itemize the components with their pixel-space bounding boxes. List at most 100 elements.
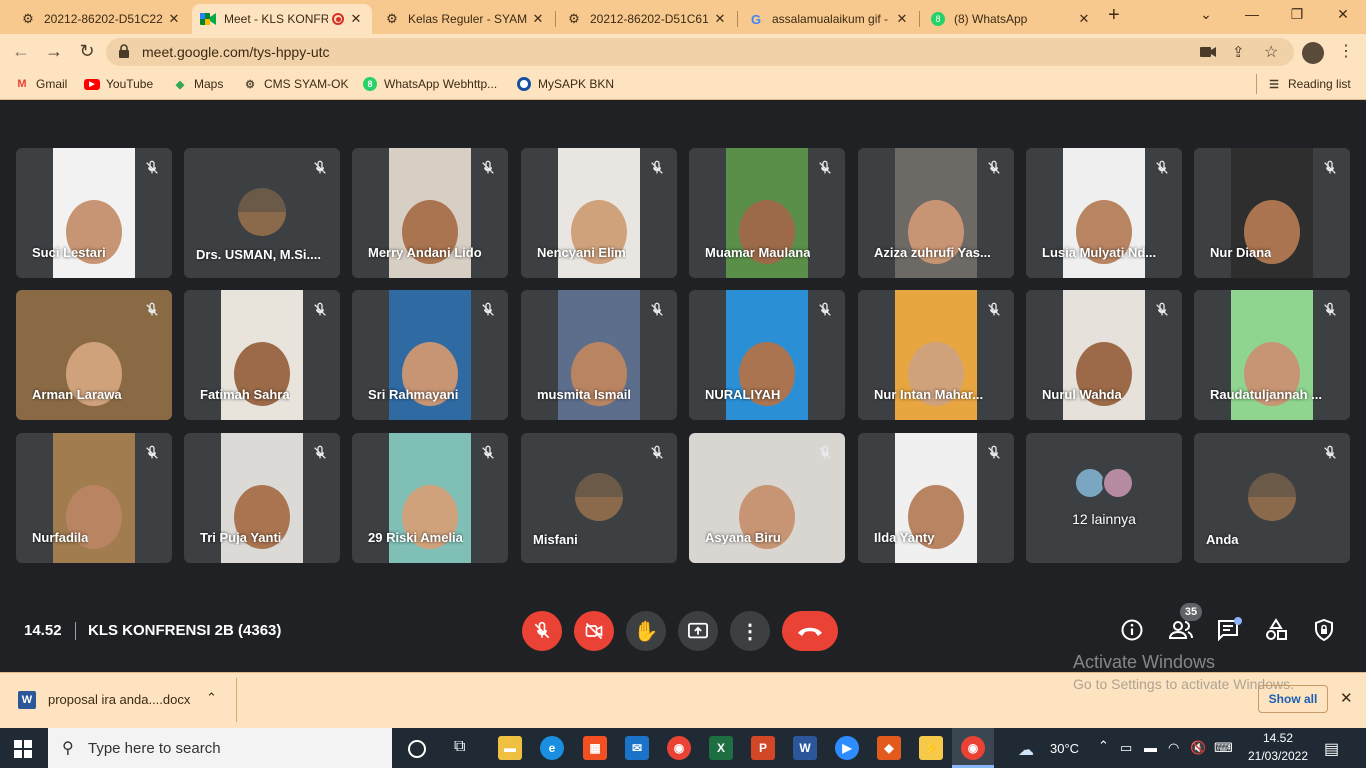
raise-hand-button[interactable]: ✋ xyxy=(626,611,666,651)
participant-tile[interactable]: Nurul Wahda xyxy=(1026,290,1182,420)
participant-tile[interactable]: Misfani xyxy=(521,433,677,563)
close-tab-icon[interactable]: ✕ xyxy=(1076,11,1092,27)
back-icon[interactable]: ← xyxy=(10,41,32,61)
activities-button[interactable] xyxy=(1264,618,1290,644)
participant-tile[interactable]: Nurfadila xyxy=(16,433,172,563)
participant-tile[interactable]: musmita Ismail xyxy=(521,290,677,420)
show-all-button[interactable]: Show all xyxy=(1258,685,1328,713)
download-filename[interactable]: proposal ira anda....docx xyxy=(48,692,190,707)
battery-icon[interactable]: ▬ xyxy=(1144,740,1157,755)
task-view-icon[interactable]: ⧉ xyxy=(454,738,465,756)
file-explorer-icon[interactable]: ▬ xyxy=(498,736,522,760)
menu-icon[interactable]: ⋮ xyxy=(1338,41,1354,61)
keyboard-icon[interactable]: ⌨ xyxy=(1214,740,1233,756)
app-icon[interactable]: ⚡ xyxy=(919,736,943,760)
weather-icon[interactable]: ☁ xyxy=(1018,740,1034,760)
zoom-icon[interactable]: ▶ xyxy=(835,736,859,760)
device-icon[interactable]: ▭ xyxy=(1120,740,1132,756)
participant-tile[interactable]: Anda xyxy=(1194,433,1350,563)
participant-tile[interactable]: Suci Lestari xyxy=(16,148,172,278)
volume-muted-icon[interactable]: 🔇 xyxy=(1190,740,1206,756)
meeting-details-button[interactable] xyxy=(1120,618,1146,644)
mic-off-button[interactable] xyxy=(522,611,562,651)
tab-6[interactable]: 8 (8) WhatsApp ✕ xyxy=(922,4,1100,34)
tab-1[interactable]: ⚙ 20212-86202-D51C22 ✕ xyxy=(12,4,190,34)
profile-avatar[interactable] xyxy=(1302,42,1324,64)
chevron-up-icon[interactable]: ⌃ xyxy=(206,690,217,706)
forward-icon[interactable]: → xyxy=(43,41,65,61)
participant-tile[interactable]: Aziza zuhrufi Yas... xyxy=(858,148,1014,278)
mail-icon[interactable]: ✉ xyxy=(625,736,649,760)
participant-tile[interactable]: Arman Larawa xyxy=(16,290,172,420)
tab-search-icon[interactable]: ⌄ xyxy=(1196,6,1216,23)
participant-tile[interactable]: Nur Diana xyxy=(1194,148,1350,278)
restore-icon[interactable]: ❐ xyxy=(1287,6,1307,23)
leave-call-button[interactable] xyxy=(782,611,838,651)
app-icon[interactable]: ◆ xyxy=(877,736,901,760)
participant-tile[interactable]: Nur Intan Mahar... xyxy=(858,290,1014,420)
participant-tile[interactable]: Sri Rahmayani xyxy=(352,290,508,420)
participant-tile[interactable]: Fatimah Sahra xyxy=(184,290,340,420)
chrome-icon[interactable]: ◉ xyxy=(667,736,691,760)
participant-tile[interactable]: Muamar Maulana xyxy=(689,148,845,278)
participant-tile[interactable]: Ilda Yanty xyxy=(858,433,1014,563)
tab-4[interactable]: ⚙ 20212-86202-D51C61 ✕ xyxy=(558,4,736,34)
participant-tile[interactable]: 12 lainnya xyxy=(1026,433,1182,563)
bookmark-cms[interactable]: ⚙ CMS SYAM-OK xyxy=(242,76,348,92)
close-tab-icon[interactable]: ✕ xyxy=(348,11,364,27)
participant-tile[interactable]: 29 Riski Amelia xyxy=(352,433,508,563)
windows-start-button[interactable] xyxy=(14,740,32,758)
close-tab-icon[interactable]: ✕ xyxy=(894,11,910,27)
share-icon[interactable]: ⇪ xyxy=(1232,43,1245,61)
bookmark-maps[interactable]: ◆ Maps xyxy=(172,76,224,92)
host-controls-button[interactable] xyxy=(1312,618,1338,644)
notifications-icon[interactable]: ▤ xyxy=(1324,739,1339,759)
close-tab-icon[interactable]: ✕ xyxy=(530,11,546,27)
cortana-icon[interactable] xyxy=(408,740,426,758)
bookmark-star-icon[interactable]: ☆ xyxy=(1264,42,1278,62)
url-text[interactable]: meet.google.com/tys-hppy-utc xyxy=(142,44,330,60)
present-button[interactable] xyxy=(678,611,718,651)
chevron-up-icon[interactable]: ⌃ xyxy=(1098,738,1109,754)
powerpoint-icon[interactable]: P xyxy=(751,736,775,760)
edge-icon[interactable]: e xyxy=(540,736,564,760)
camera-in-use-icon[interactable] xyxy=(1200,45,1216,59)
participant-tile[interactable]: Merry Andani Lido xyxy=(352,148,508,278)
lock-icon[interactable] xyxy=(118,44,132,60)
new-tab-button[interactable]: + xyxy=(1108,4,1120,27)
chrome-icon[interactable]: ◉ xyxy=(961,736,985,760)
participant-tile[interactable]: Asyana Biru xyxy=(689,433,845,563)
bookmark-whatsapp[interactable]: 8 WhatsApp Webhttp... xyxy=(362,76,497,92)
mic-off-icon xyxy=(1154,302,1170,318)
tab-5[interactable]: G assalamualaikum gif - ✕ xyxy=(740,4,918,34)
participant-tile[interactable]: Raudatuljannah ... xyxy=(1194,290,1350,420)
clock-time[interactable]: 14.52 xyxy=(1250,731,1306,745)
participant-tile[interactable]: Tri Puja Yanti xyxy=(184,433,340,563)
participant-tile[interactable]: Drs. USMAN, M.Si.... xyxy=(184,148,340,278)
participant-tile[interactable]: NURALIYAH xyxy=(689,290,845,420)
more-options-button[interactable]: ⋮ xyxy=(730,611,770,651)
weather-temp[interactable]: 30°C xyxy=(1050,741,1079,756)
clock-date[interactable]: 21/03/2022 xyxy=(1246,749,1310,763)
minimize-icon[interactable]: — xyxy=(1242,6,1262,22)
excel-icon[interactable]: X xyxy=(709,736,733,760)
wifi-icon[interactable]: ◠ xyxy=(1168,740,1179,756)
reading-list-button[interactable]: ☰ Reading list xyxy=(1266,76,1351,92)
store-icon[interactable]: ▦ xyxy=(583,736,607,760)
bookmark-youtube[interactable]: ▶ YouTube xyxy=(84,76,153,92)
tab-3[interactable]: ⚙ Kelas Reguler - SYAM ✕ xyxy=(376,4,554,34)
people-button[interactable] xyxy=(1168,618,1194,644)
close-tab-icon[interactable]: ✕ xyxy=(166,11,182,27)
word-icon[interactable]: W xyxy=(793,736,817,760)
search-placeholder[interactable]: Type here to search xyxy=(88,740,221,757)
camera-off-button[interactable] xyxy=(574,611,614,651)
reload-icon[interactable]: ↻ xyxy=(76,41,98,61)
close-download-bar-icon[interactable]: ✕ xyxy=(1340,689,1353,707)
close-window-icon[interactable]: ✕ xyxy=(1333,6,1353,23)
participant-tile[interactable]: Lusia Mulyati Nd... xyxy=(1026,148,1182,278)
participant-tile[interactable]: Nencyani Elim xyxy=(521,148,677,278)
bookmark-bkn[interactable]: MySAPK BKN xyxy=(516,76,614,92)
close-tab-icon[interactable]: ✕ xyxy=(712,11,728,27)
tab-meet[interactable]: Meet - KLS KONFR ✕ xyxy=(192,4,372,34)
bookmark-gmail[interactable]: M Gmail xyxy=(14,76,67,92)
